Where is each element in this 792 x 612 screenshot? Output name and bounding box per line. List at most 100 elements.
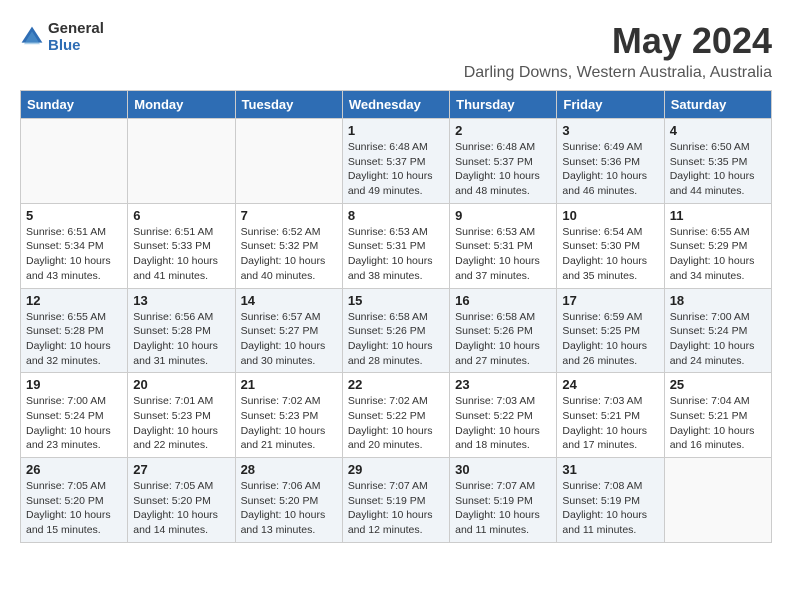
day-info: Sunrise: 6:51 AMSunset: 5:34 PMDaylight:… [26, 225, 122, 284]
calendar-week-row: 1 Sunrise: 6:48 AMSunset: 5:37 PMDaylight… [21, 119, 772, 204]
day-info: Sunrise: 7:08 AMSunset: 5:19 PMDaylight:… [562, 479, 658, 538]
calendar-cell: 23Sunrise: 7:03 AMSunset: 5:22 PMDayligh… [450, 373, 557, 458]
calendar-table: SundayMondayTuesdayWednesdayThursdayFrid… [20, 90, 772, 543]
calendar-cell: 19 Sunrise: 7:00 AMSunset: 5:24 PMDayligh… [21, 373, 128, 458]
column-header-monday: Monday [128, 91, 235, 119]
day-number: 4 [670, 123, 766, 138]
calendar-cell: 22 Sunrise: 7:02 AMSunset: 5:22 PMDayligh… [342, 373, 449, 458]
calendar-cell: 16Sunrise: 6:58 AMSunset: 5:26 PMDayligh… [450, 288, 557, 373]
day-number: 5 [26, 208, 122, 223]
calendar-cell: 18Sunrise: 7:00 AMSunset: 5:24 PMDayligh… [664, 288, 771, 373]
column-header-tuesday: Tuesday [235, 91, 342, 119]
calendar-cell: 25Sunrise: 7:04 AMSunset: 5:21 PMDayligh… [664, 373, 771, 458]
page-header: General Blue May 2024 Darling Downs, Wes… [20, 20, 772, 82]
calendar-cell: 7 Sunrise: 6:52 AMSunset: 5:32 PMDaylight… [235, 203, 342, 288]
day-info: Sunrise: 6:55 AMSunset: 5:28 PMDaylight:… [26, 310, 122, 369]
day-info: Sunrise: 6:53 AMSunset: 5:31 PMDaylight:… [455, 225, 551, 284]
calendar-cell: 24Sunrise: 7:03 AMSunset: 5:21 PMDayligh… [557, 373, 664, 458]
day-number: 13 [133, 293, 229, 308]
calendar-cell: 29 Sunrise: 7:07 AMSunset: 5:19 PMDayligh… [342, 458, 449, 543]
calendar-cell [128, 119, 235, 204]
day-number: 12 [26, 293, 122, 308]
day-info: Sunrise: 7:02 AMSunset: 5:22 PMDaylight:… [348, 394, 444, 453]
day-number: 31 [562, 462, 658, 477]
day-number: 28 [241, 462, 337, 477]
calendar-cell: 15 Sunrise: 6:58 AMSunset: 5:26 PMDayligh… [342, 288, 449, 373]
calendar-cell: 6 Sunrise: 6:51 AMSunset: 5:33 PMDaylight… [128, 203, 235, 288]
day-number: 21 [241, 377, 337, 392]
day-number: 8 [348, 208, 444, 223]
main-title: May 2024 [464, 20, 772, 62]
calendar-cell: 21 Sunrise: 7:02 AMSunset: 5:23 PMDayligh… [235, 373, 342, 458]
calendar-cell: 10Sunrise: 6:54 AMSunset: 5:30 PMDayligh… [557, 203, 664, 288]
day-info: Sunrise: 6:53 AMSunset: 5:31 PMDaylight:… [348, 225, 444, 284]
day-number: 2 [455, 123, 551, 138]
day-number: 1 [348, 123, 444, 138]
day-info: Sunrise: 6:55 AMSunset: 5:29 PMDaylight:… [670, 225, 766, 284]
calendar-cell: 2 Sunrise: 6:48 AMSunset: 5:37 PMDaylight… [450, 119, 557, 204]
calendar-cell [664, 458, 771, 543]
day-number: 7 [241, 208, 337, 223]
calendar-cell: 17 Sunrise: 6:59 AMSunset: 5:25 PMDayligh… [557, 288, 664, 373]
day-info: Sunrise: 7:00 AMSunset: 5:24 PMDaylight:… [670, 310, 766, 369]
logo-blue: Blue [48, 37, 104, 54]
day-number: 3 [562, 123, 658, 138]
day-info: Sunrise: 7:03 AMSunset: 5:22 PMDaylight:… [455, 394, 551, 453]
calendar-cell: 12 Sunrise: 6:55 AMSunset: 5:28 PMDayligh… [21, 288, 128, 373]
day-info: Sunrise: 6:59 AMSunset: 5:25 PMDaylight:… [562, 310, 658, 369]
day-number: 10 [562, 208, 658, 223]
logo: General Blue [20, 20, 104, 54]
day-number: 27 [133, 462, 229, 477]
calendar-cell: 8 Sunrise: 6:53 AMSunset: 5:31 PMDaylight… [342, 203, 449, 288]
calendar-cell: 26Sunrise: 7:05 AMSunset: 5:20 PMDayligh… [21, 458, 128, 543]
day-number: 15 [348, 293, 444, 308]
day-number: 30 [455, 462, 551, 477]
day-number: 25 [670, 377, 766, 392]
day-info: Sunrise: 7:07 AMSunset: 5:19 PMDaylight:… [455, 479, 551, 538]
day-number: 17 [562, 293, 658, 308]
calendar-cell: 13 Sunrise: 6:56 AMSunset: 5:28 PMDayligh… [128, 288, 235, 373]
day-number: 20 [133, 377, 229, 392]
calendar-cell: 28Sunrise: 7:06 AMSunset: 5:20 PMDayligh… [235, 458, 342, 543]
day-info: Sunrise: 6:56 AMSunset: 5:28 PMDaylight:… [133, 310, 229, 369]
day-number: 16 [455, 293, 551, 308]
day-info: Sunrise: 7:05 AMSunset: 5:20 PMDaylight:… [133, 479, 229, 538]
column-header-wednesday: Wednesday [342, 91, 449, 119]
calendar-week-row: 12 Sunrise: 6:55 AMSunset: 5:28 PMDayligh… [21, 288, 772, 373]
day-info: Sunrise: 6:50 AMSunset: 5:35 PMDaylight:… [670, 140, 766, 199]
day-info: Sunrise: 6:49 AMSunset: 5:36 PMDaylight:… [562, 140, 658, 199]
calendar-week-row: 19 Sunrise: 7:00 AMSunset: 5:24 PMDayligh… [21, 373, 772, 458]
day-info: Sunrise: 7:05 AMSunset: 5:20 PMDaylight:… [26, 479, 122, 538]
day-info: Sunrise: 6:58 AMSunset: 5:26 PMDaylight:… [348, 310, 444, 369]
day-number: 6 [133, 208, 229, 223]
calendar-cell: 11 Sunrise: 6:55 AMSunset: 5:29 PMDayligh… [664, 203, 771, 288]
day-number: 9 [455, 208, 551, 223]
calendar-week-row: 5 Sunrise: 6:51 AMSunset: 5:34 PMDaylight… [21, 203, 772, 288]
day-number: 29 [348, 462, 444, 477]
day-info: Sunrise: 7:02 AMSunset: 5:23 PMDaylight:… [241, 394, 337, 453]
calendar-cell: 20Sunrise: 7:01 AMSunset: 5:23 PMDayligh… [128, 373, 235, 458]
day-info: Sunrise: 7:07 AMSunset: 5:19 PMDaylight:… [348, 479, 444, 538]
calendar-cell: 4 Sunrise: 6:50 AMSunset: 5:35 PMDaylight… [664, 119, 771, 204]
logo-general: General [48, 20, 104, 37]
calendar-cell: 27 Sunrise: 7:05 AMSunset: 5:20 PMDayligh… [128, 458, 235, 543]
calendar-cell: 5 Sunrise: 6:51 AMSunset: 5:34 PMDaylight… [21, 203, 128, 288]
day-info: Sunrise: 6:51 AMSunset: 5:33 PMDaylight:… [133, 225, 229, 284]
column-header-friday: Friday [557, 91, 664, 119]
calendar-cell [235, 119, 342, 204]
column-header-sunday: Sunday [21, 91, 128, 119]
day-number: 11 [670, 208, 766, 223]
calendar-header-row: SundayMondayTuesdayWednesdayThursdayFrid… [21, 91, 772, 119]
calendar-week-row: 26Sunrise: 7:05 AMSunset: 5:20 PMDayligh… [21, 458, 772, 543]
calendar-cell: 14Sunrise: 6:57 AMSunset: 5:27 PMDayligh… [235, 288, 342, 373]
day-info: Sunrise: 7:03 AMSunset: 5:21 PMDaylight:… [562, 394, 658, 453]
day-info: Sunrise: 6:48 AMSunset: 5:37 PMDaylight:… [455, 140, 551, 199]
day-info: Sunrise: 6:48 AMSunset: 5:37 PMDaylight:… [348, 140, 444, 199]
day-info: Sunrise: 7:00 AMSunset: 5:24 PMDaylight:… [26, 394, 122, 453]
day-info: Sunrise: 6:57 AMSunset: 5:27 PMDaylight:… [241, 310, 337, 369]
day-info: Sunrise: 6:52 AMSunset: 5:32 PMDaylight:… [241, 225, 337, 284]
calendar-cell: 31 Sunrise: 7:08 AMSunset: 5:19 PMDayligh… [557, 458, 664, 543]
day-number: 22 [348, 377, 444, 392]
day-number: 19 [26, 377, 122, 392]
title-section: May 2024 Darling Downs, Western Australi… [464, 20, 772, 82]
